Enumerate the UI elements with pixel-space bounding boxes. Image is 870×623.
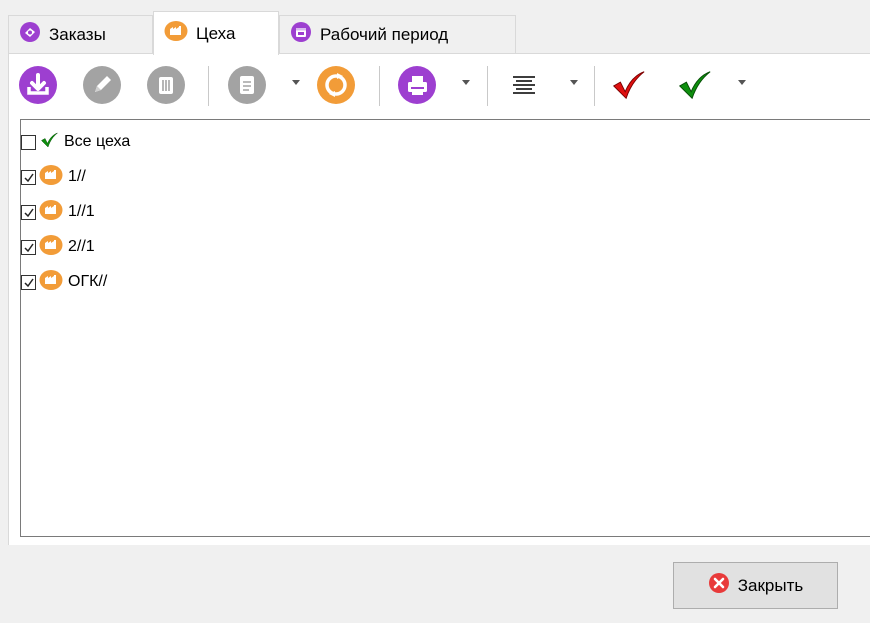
workshop-icon xyxy=(39,199,63,226)
checkbox[interactable] xyxy=(21,134,36,150)
list-item[interactable]: 2//1 xyxy=(21,232,95,262)
orders-icon xyxy=(19,21,41,48)
checkbox[interactable] xyxy=(21,204,36,220)
uncheck-all-icon xyxy=(612,71,645,100)
list-item[interactable]: Все цеха xyxy=(21,127,130,157)
align-dropdown-caret[interactable] xyxy=(570,80,578,85)
tab-orders-label: Заказы xyxy=(49,24,106,44)
checkbox[interactable] xyxy=(21,274,36,290)
tab-orders[interactable]: Заказы xyxy=(8,15,153,53)
green-check-icon xyxy=(39,130,59,155)
check-all-icon xyxy=(678,71,711,100)
close-button-label: Закрыть xyxy=(737,575,804,595)
toolbar xyxy=(9,54,870,118)
list-item-label: 2//1 xyxy=(68,238,95,255)
workshop-icon xyxy=(39,269,63,296)
list-item-label: 1// xyxy=(68,168,86,185)
download-button[interactable] xyxy=(19,66,57,104)
toolbar-separator xyxy=(379,66,380,106)
refresh-icon xyxy=(325,73,347,97)
calendar-icon xyxy=(290,21,312,48)
list-item[interactable]: 1//1 xyxy=(21,197,95,227)
align-button[interactable] xyxy=(505,66,543,104)
delete-button[interactable] xyxy=(147,66,185,104)
tab-workshops[interactable]: Цеха xyxy=(153,11,279,55)
workshops-list[interactable]: Все цеха 1// 1//1 2//1 ОГК// xyxy=(20,119,870,537)
list-item[interactable]: 1// xyxy=(21,162,86,192)
document-icon xyxy=(240,76,254,94)
align-icon xyxy=(513,76,535,94)
checkbox[interactable] xyxy=(21,169,36,185)
check-dropdown-caret[interactable] xyxy=(738,80,746,85)
edit-icon xyxy=(95,76,111,92)
toolbar-separator xyxy=(594,66,595,106)
workshop-icon xyxy=(164,20,188,47)
close-icon xyxy=(708,572,730,599)
toolbar-separator xyxy=(487,66,488,106)
document-dropdown-caret[interactable] xyxy=(292,80,300,85)
check-all-button[interactable] xyxy=(675,66,713,104)
print-button[interactable] xyxy=(398,66,436,104)
list-item[interactable]: ОГК// xyxy=(21,267,107,297)
refresh-button[interactable] xyxy=(317,66,355,104)
download-icon xyxy=(27,73,49,95)
tab-work-period-label: Рабочий период xyxy=(320,24,449,44)
toolbar-separator xyxy=(208,66,209,106)
tab-bar: Заказы Цеха Рабочий период xyxy=(8,11,870,55)
tab-workshops-label: Цеха xyxy=(196,23,236,43)
close-button[interactable]: Закрыть xyxy=(673,562,838,609)
workshops-panel: Все цеха 1// 1//1 2//1 ОГК// xyxy=(8,54,870,545)
workshop-icon xyxy=(39,164,63,191)
list-item-label: Все цеха xyxy=(64,133,131,150)
tab-work-period[interactable]: Рабочий период xyxy=(279,15,516,53)
workshop-icon xyxy=(39,234,63,261)
document-button[interactable] xyxy=(228,66,266,104)
list-item-label: ОГК// xyxy=(68,273,108,290)
uncheck-all-button[interactable] xyxy=(609,66,647,104)
edit-button[interactable] xyxy=(83,66,121,104)
checkbox[interactable] xyxy=(21,239,36,255)
print-dropdown-caret[interactable] xyxy=(462,80,470,85)
list-item-label: 1//1 xyxy=(68,203,95,220)
print-icon xyxy=(408,76,427,95)
delete-icon xyxy=(159,77,173,94)
